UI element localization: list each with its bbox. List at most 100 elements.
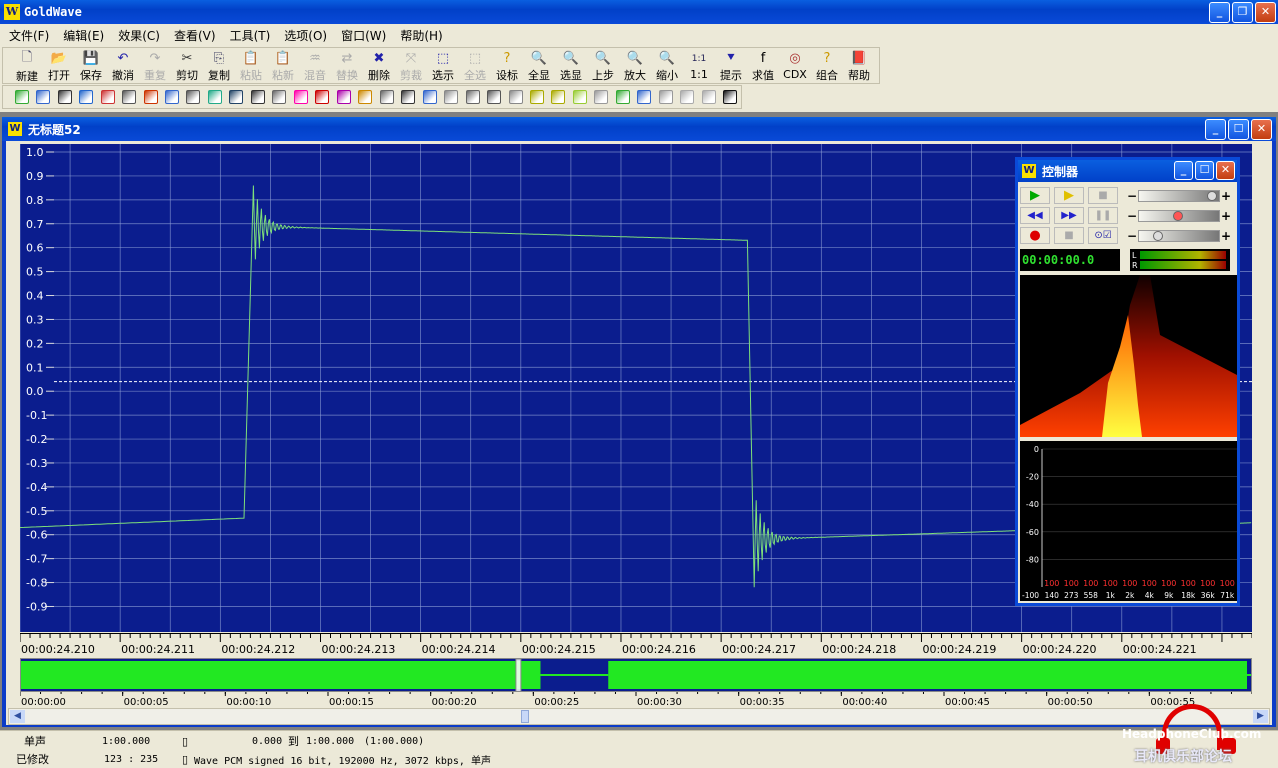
effect-button-19[interactable] [419, 87, 440, 107]
menu-file[interactable]: 文件(F) [2, 27, 56, 44]
toolbar-button-15[interactable]: ? 设标 [491, 48, 523, 83]
effect-button-32[interactable] [698, 87, 719, 107]
toolbar-button-18[interactable]: 🔍 上步 [587, 48, 619, 83]
toolbar-button-12[interactable]: ⤧ 剪裁 [395, 48, 427, 83]
record-options-button[interactable]: ⊙☑ [1088, 227, 1118, 244]
close-button[interactable]: ✕ [1255, 2, 1276, 23]
toolbar-button-16[interactable]: 🔍 全显 [523, 48, 555, 83]
toolbar-button-1[interactable]: 📂 打开 [43, 48, 75, 83]
scroll-thumb[interactable] [521, 710, 529, 723]
fast-forward-button[interactable]: ▶▶ [1054, 207, 1084, 224]
speed-slider[interactable]: − + [1126, 228, 1232, 244]
scroll-right-icon[interactable]: ▶ [1253, 710, 1268, 723]
effect-button-9[interactable] [204, 87, 225, 107]
effect-button-14[interactable] [312, 87, 333, 107]
effect-button-17[interactable] [376, 87, 397, 107]
effect-button-5[interactable] [118, 87, 139, 107]
menu-options[interactable]: 选项(O) [277, 27, 334, 44]
balance-slider[interactable]: − + [1126, 208, 1232, 224]
effect-button-21[interactable] [462, 87, 483, 107]
effect-button-26[interactable] [569, 87, 590, 107]
pause-button[interactable]: ❚❚ [1088, 207, 1118, 224]
effect-button-33[interactable] [719, 87, 740, 107]
effect-button-0[interactable] [11, 87, 32, 107]
stop-button[interactable]: ■ [1088, 187, 1118, 204]
effect-button-12[interactable] [269, 87, 290, 107]
toolbar-button-14[interactable]: ⬚ 全选 [459, 48, 491, 83]
effect-button-30[interactable] [655, 87, 676, 107]
balance-plus-icon[interactable]: + [1220, 209, 1232, 223]
menu-effects[interactable]: 效果(C) [111, 27, 167, 44]
toolbar-button-3[interactable]: ↶ 撤消 [107, 48, 139, 83]
app-title-bar[interactable]: W GoldWave _ ❐ ✕ [0, 0, 1278, 24]
effect-button-3[interactable] [75, 87, 96, 107]
document-title-bar[interactable]: W 无标题52 _ ☐ ✕ [2, 117, 1276, 141]
toolbar-button-19[interactable]: 🔍 放大 [619, 48, 651, 83]
speed-knob[interactable] [1153, 231, 1163, 241]
toolbar-button-22[interactable]: ⯆ 提示 [715, 48, 747, 83]
effect-button-25[interactable] [548, 87, 569, 107]
toolbar-button-23[interactable]: f 求值 [747, 48, 779, 83]
effect-button-6[interactable] [140, 87, 161, 107]
toolbar-button-17[interactable]: 🔍 选显 [555, 48, 587, 83]
toolbar-button-21[interactable]: 1:1 1:1 [683, 48, 715, 83]
record-button[interactable]: ● [1020, 227, 1050, 244]
effect-button-2[interactable] [54, 87, 75, 107]
toolbar-button-0[interactable]: 🗋 新建 [11, 48, 43, 84]
toolbar-button-26[interactable]: 📕 帮助 [843, 48, 875, 83]
effect-button-11[interactable] [247, 87, 268, 107]
spectrum-visual[interactable] [1020, 275, 1237, 437]
effect-button-16[interactable] [355, 87, 376, 107]
effect-button-29[interactable] [634, 87, 655, 107]
minimize-button[interactable]: _ [1209, 2, 1230, 23]
menu-help[interactable]: 帮助(H) [393, 27, 449, 44]
effect-button-1[interactable] [32, 87, 53, 107]
equalizer-visual[interactable]: 0 -20 -40 -60 -80 -100 100 140 100 273 100 558 100 1k… [1020, 441, 1237, 601]
overview-waveform[interactable] [20, 658, 1252, 692]
menu-tools[interactable]: 工具(T) [223, 27, 278, 44]
effect-button-20[interactable] [440, 87, 461, 107]
effect-button-24[interactable] [526, 87, 547, 107]
toolbar-button-9[interactable]: ♒ 混音 [299, 48, 331, 83]
ctrl-maximize-button[interactable]: ☐ [1195, 161, 1214, 180]
menu-edit[interactable]: 编辑(E) [56, 27, 111, 44]
effect-button-4[interactable] [97, 87, 118, 107]
play-button[interactable]: ▶ [1020, 187, 1050, 204]
volume-knob[interactable] [1207, 191, 1217, 201]
effect-button-15[interactable] [333, 87, 354, 107]
effect-button-23[interactable] [505, 87, 526, 107]
toolbar-button-20[interactable]: 🔍 缩小 [651, 48, 683, 83]
overview-position-marker[interactable] [515, 659, 522, 692]
rewind-button[interactable]: ◀◀ [1020, 207, 1050, 224]
ctrl-minimize-button[interactable]: _ [1174, 161, 1193, 180]
toolbar-button-24[interactable]: ◎ CDX [779, 48, 811, 83]
effect-button-22[interactable] [483, 87, 504, 107]
effect-button-28[interactable] [612, 87, 633, 107]
toolbar-button-2[interactable]: 💾 保存 [75, 48, 107, 83]
toolbar-button-13[interactable]: ⬚ 选示 [427, 48, 459, 83]
toolbar-button-25[interactable]: ? 组合 [811, 48, 843, 83]
toolbar-button-11[interactable]: ✖ 删除 [363, 48, 395, 83]
toolbar-button-5[interactable]: ✂ 剪切 [171, 48, 203, 83]
horizontal-scrollbar[interactable]: ◀ ▶ [8, 708, 1270, 725]
record-stop-button[interactable]: ■ [1054, 227, 1084, 244]
ctrl-close-button[interactable]: ✕ [1216, 161, 1235, 180]
balance-knob[interactable] [1173, 211, 1183, 221]
play-selection-button[interactable]: ▶ [1054, 187, 1084, 204]
volume-plus-icon[interactable]: + [1220, 189, 1232, 203]
restore-button[interactable]: ❐ [1232, 2, 1253, 23]
scroll-left-icon[interactable]: ◀ [10, 710, 25, 723]
effect-button-27[interactable] [591, 87, 612, 107]
menu-view[interactable]: 查看(V) [167, 27, 223, 44]
toolbar-button-8[interactable]: 📋 粘新 [267, 48, 299, 83]
effect-button-13[interactable] [290, 87, 311, 107]
toolbar-button-10[interactable]: ⇄ 替换 [331, 48, 363, 83]
volume-slider[interactable]: − + [1126, 188, 1232, 204]
toolbar-button-4[interactable]: ↷ 重复 [139, 48, 171, 83]
doc-close-button[interactable]: ✕ [1251, 119, 1272, 140]
effect-button-7[interactable] [161, 87, 182, 107]
menu-window[interactable]: 窗口(W) [334, 27, 393, 44]
toolbar-button-6[interactable]: ⎘ 复制 [203, 48, 235, 83]
speed-minus-icon[interactable]: − [1126, 229, 1138, 243]
controller-title-bar[interactable]: W 控制器 _ ☐ ✕ [1018, 160, 1237, 182]
